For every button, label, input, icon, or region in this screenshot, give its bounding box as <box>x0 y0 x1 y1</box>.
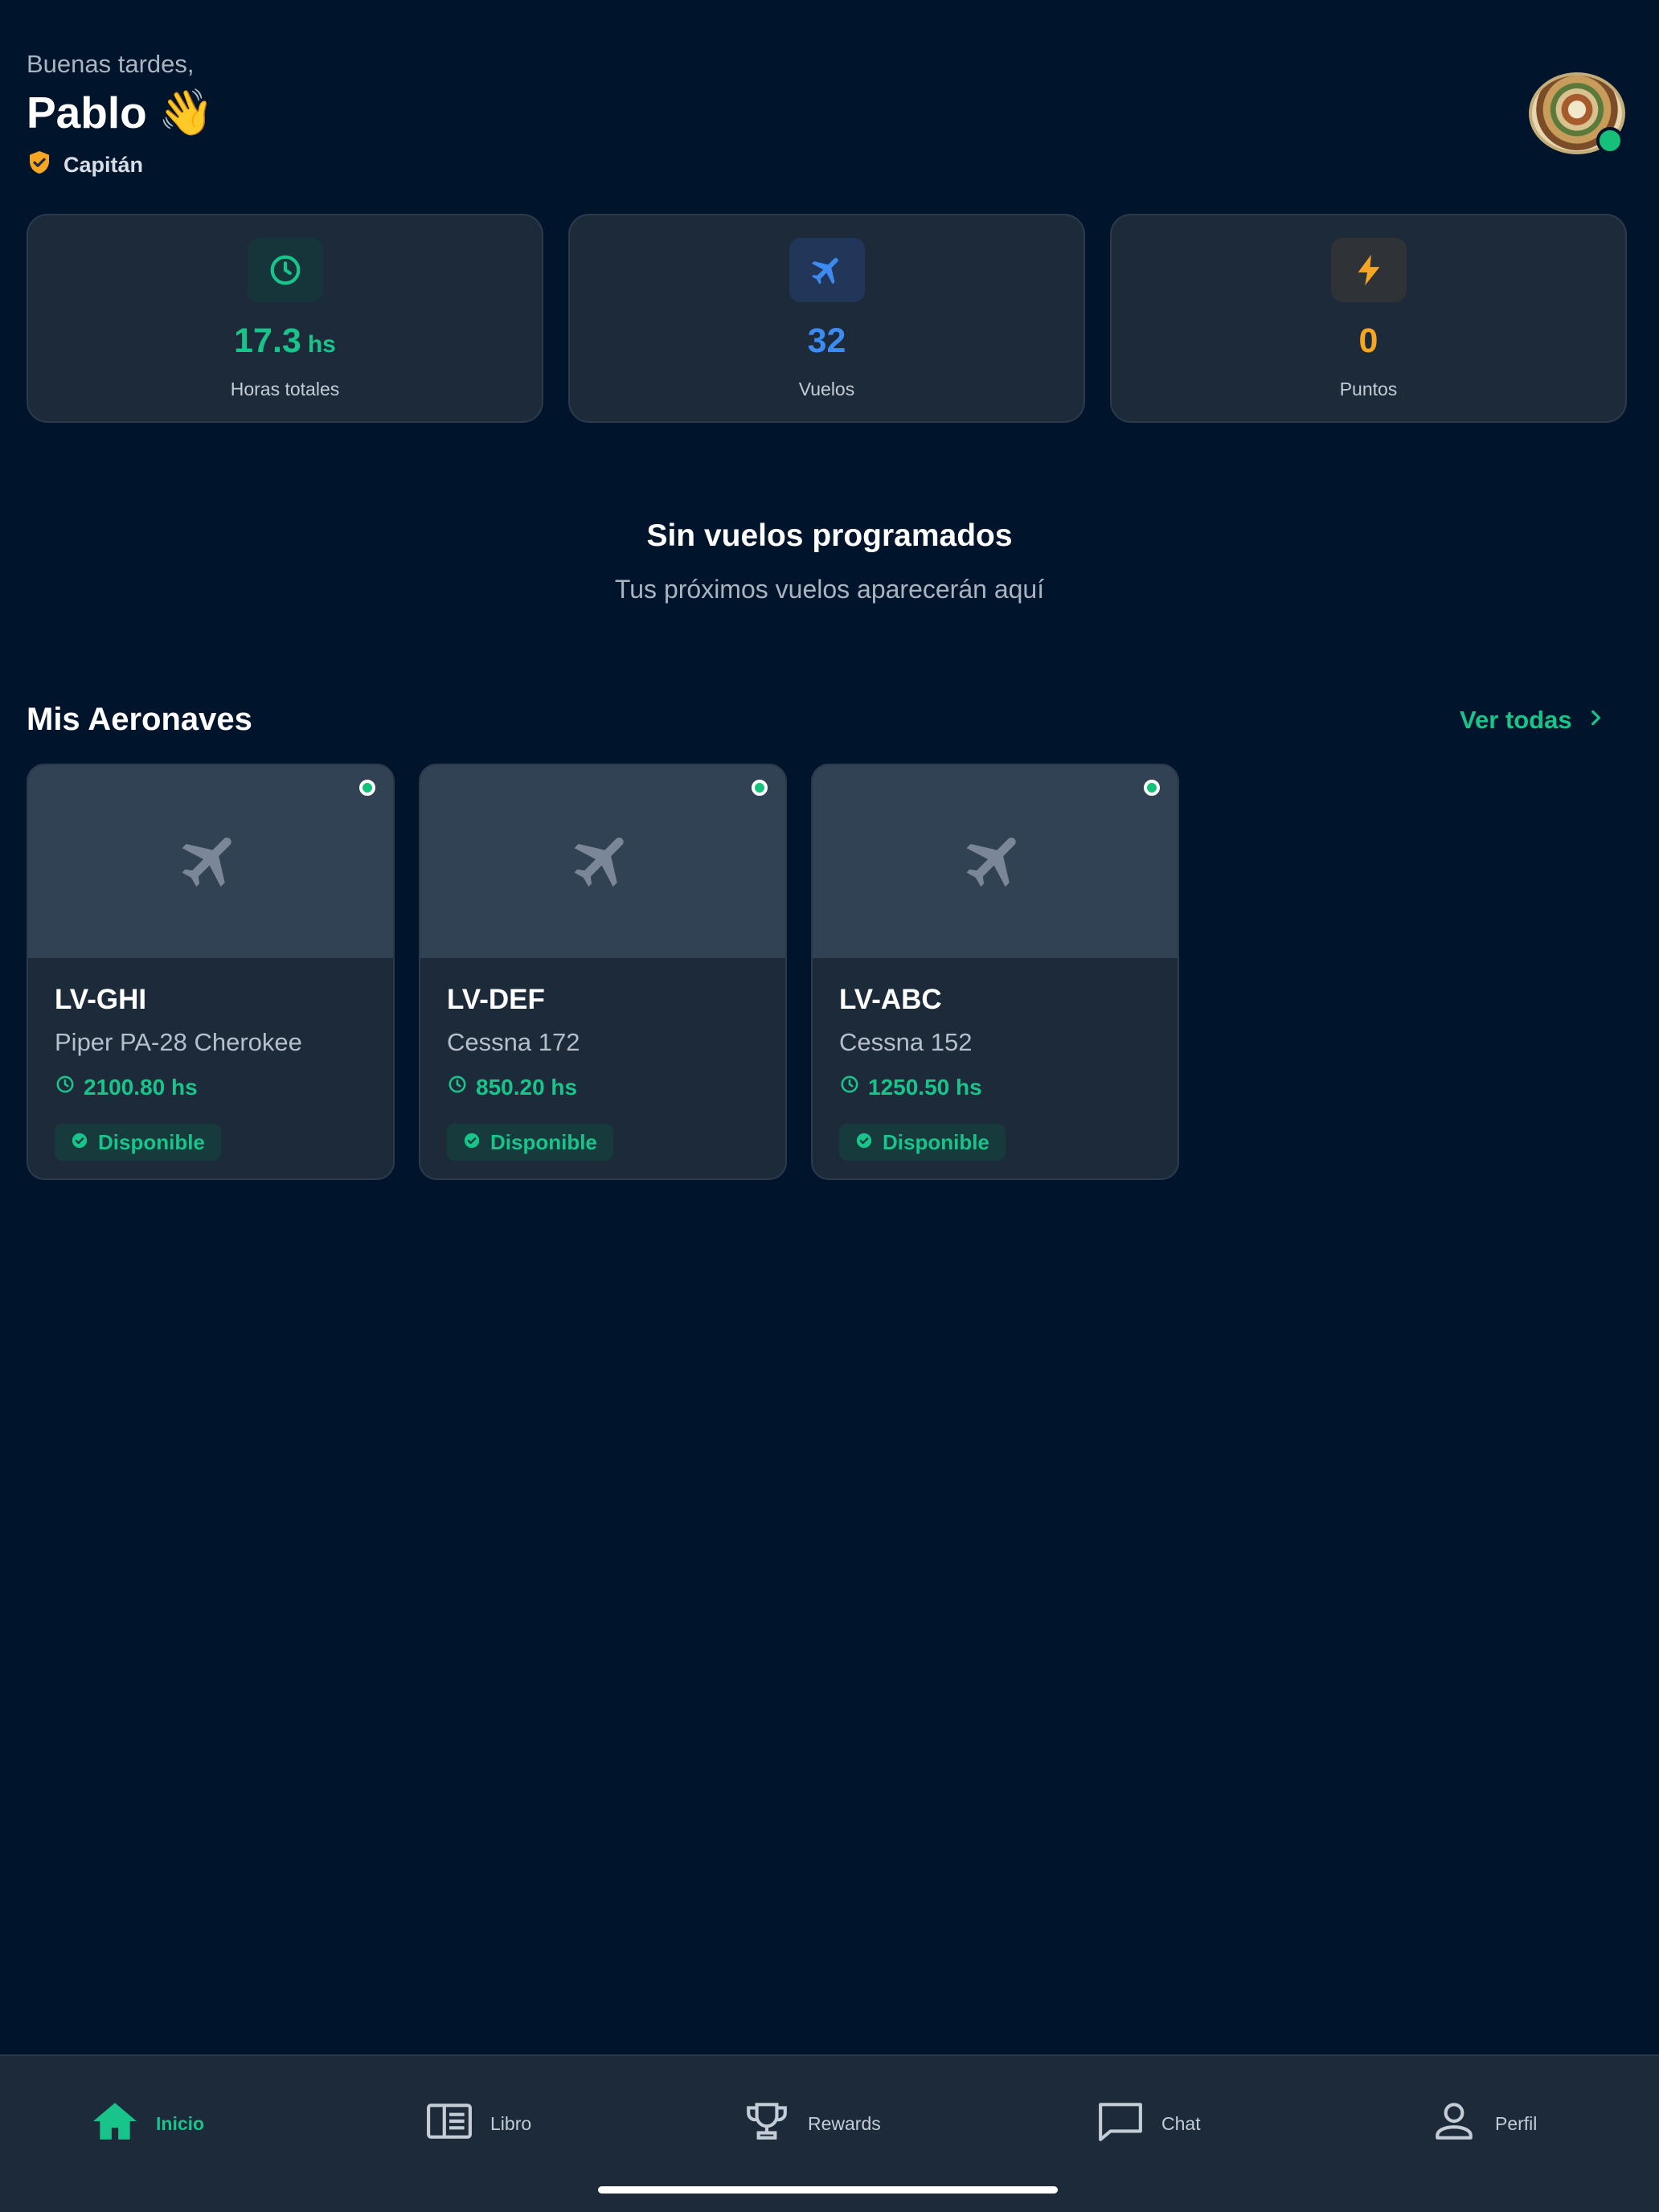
stat-card-hours[interactable]: 17.3 hs Horas totales <box>27 214 543 423</box>
home-icon <box>92 2101 138 2146</box>
aircraft-hours-value: 850.20 hs <box>476 1074 578 1100</box>
empty-state-title: Sin vuelos programados <box>646 518 1013 553</box>
aircraft-model: Cessna 172 <box>447 1028 580 1056</box>
empty-state-subtitle: Tus próximos vuelos aparecerán aquí <box>614 575 1045 604</box>
availability-dot <box>359 780 375 796</box>
nav-item-inicio[interactable]: Inicio <box>92 2101 204 2146</box>
aircraft-photo-placeholder <box>420 765 785 958</box>
status-label: Disponible <box>883 1129 989 1154</box>
availability-dot <box>752 780 768 796</box>
person-icon <box>1431 2101 1477 2146</box>
nav-item-chat[interactable]: Chat <box>1097 2101 1201 2146</box>
user-name: Pablo <box>27 88 147 137</box>
status-badge: Disponible <box>55 1124 221 1161</box>
chevron-right-icon <box>1585 706 1606 735</box>
aircraft-registration: LV-ABC <box>839 984 942 1015</box>
lightning-icon <box>1330 238 1407 302</box>
home-screen: Buenas tardes, Pablo 👋 Capitán 17.3 hs Ho… <box>0 0 1659 2212</box>
aircraft-photo-placeholder <box>813 765 1178 958</box>
status-badge: Disponible <box>447 1124 613 1161</box>
stat-value: 32 <box>807 322 846 360</box>
clock-icon <box>247 238 323 302</box>
nav-item-libro[interactable]: Libro <box>426 2101 531 2146</box>
aircraft-hours-value: 2100.80 hs <box>84 1074 198 1100</box>
airplane-icon <box>789 238 865 302</box>
check-circle-icon <box>71 1130 88 1155</box>
nav-item-rewards[interactable]: Rewards <box>743 2101 881 2146</box>
aircraft-registration: LV-GHI <box>55 984 147 1015</box>
aircraft-model: Piper PA-28 Cherokee <box>55 1028 302 1056</box>
nav-item-perfil[interactable]: Perfil <box>1431 2101 1537 2146</box>
stat-value: 17.3 hs <box>234 322 336 360</box>
aircraft-photo-placeholder <box>28 765 393 958</box>
shield-check-icon <box>27 150 52 181</box>
nav-label: Inicio <box>156 2112 205 2134</box>
see-all-label: Ver todas <box>1460 706 1572 734</box>
aircraft-hours: 2100.80 hs <box>55 1074 198 1100</box>
nav-label: Rewards <box>808 2112 881 2134</box>
logbook-icon <box>426 2101 473 2146</box>
wave-emoji: 👋 <box>158 87 215 137</box>
aircraft-hours: 850.20 hs <box>447 1074 577 1100</box>
availability-dot <box>1144 780 1160 796</box>
stat-unit: hs <box>307 331 336 358</box>
stat-label: Horas totales <box>230 379 340 399</box>
nav-label: Chat <box>1161 2112 1201 2134</box>
home-indicator[interactable] <box>598 2186 1058 2194</box>
aircraft-card[interactable]: LV-ABC Cessna 152 1250.50 hs Disponible <box>811 764 1179 1180</box>
aircraft-card[interactable]: LV-DEF Cessna 172 850.20 hs Disponible <box>419 764 787 1180</box>
clock-icon <box>447 1074 468 1100</box>
chat-bubble-icon <box>1097 2101 1144 2146</box>
status-badge: Disponible <box>839 1124 1006 1161</box>
check-circle-icon <box>855 1130 873 1155</box>
aircraft-registration: LV-DEF <box>447 984 545 1015</box>
aircraft-hours: 1250.50 hs <box>839 1074 982 1100</box>
aircraft-card[interactable]: LV-GHI Piper PA-28 Cherokee 2100.80 hs D… <box>27 764 395 1180</box>
trophy-icon <box>743 2101 790 2146</box>
status-label: Disponible <box>490 1129 597 1154</box>
status-label: Disponible <box>98 1129 205 1154</box>
aircraft-model: Cessna 152 <box>839 1028 973 1056</box>
stat-card-flights[interactable]: 32 Vuelos <box>568 214 1085 423</box>
section-title: Mis Aeronaves <box>27 702 252 737</box>
online-status-dot <box>1596 127 1624 154</box>
stat-card-points[interactable]: 0 Puntos <box>1110 214 1627 423</box>
stat-label: Puntos <box>1339 379 1398 399</box>
stat-value: 0 <box>1358 322 1378 360</box>
stat-label: Vuelos <box>798 379 855 399</box>
rank-badge: Capitán <box>27 150 143 181</box>
nav-label: Perfil <box>1495 2112 1538 2134</box>
check-circle-icon <box>463 1130 481 1155</box>
greeting-text: Buenas tardes, <box>27 50 195 78</box>
see-all-link[interactable]: Ver todas <box>1460 706 1606 735</box>
nav-label: Libro <box>490 2112 532 2134</box>
clock-icon <box>839 1074 860 1100</box>
user-name-row: Pablo 👋 <box>27 87 214 138</box>
rank-label: Capitán <box>63 153 144 177</box>
aircraft-hours-value: 1250.50 hs <box>868 1074 982 1100</box>
clock-icon <box>55 1074 76 1100</box>
